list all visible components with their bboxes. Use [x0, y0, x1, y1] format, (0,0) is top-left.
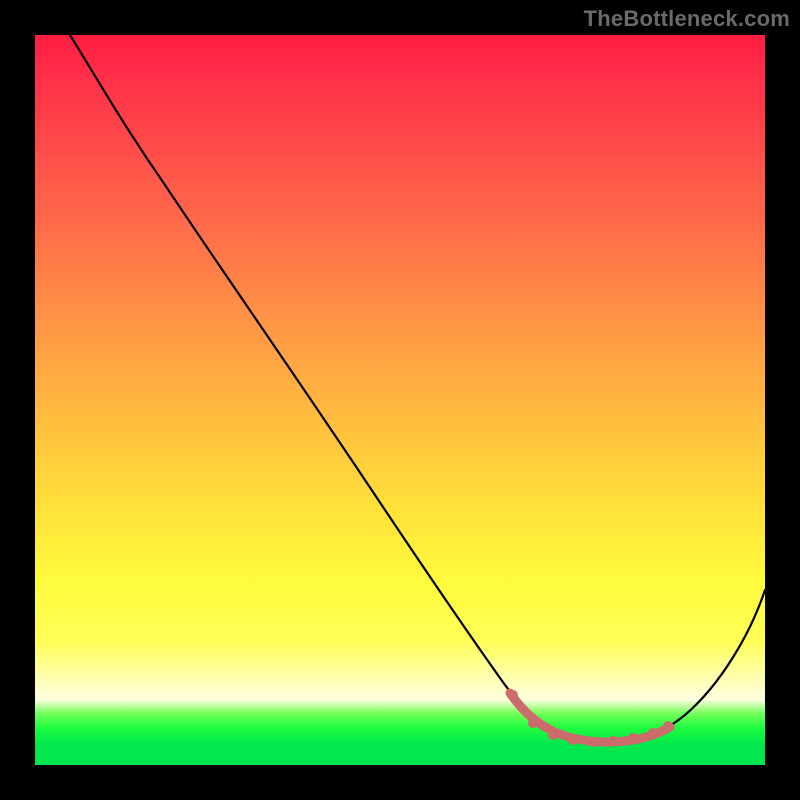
plot-area — [35, 35, 765, 765]
watermark-text: TheBottleneck.com — [584, 6, 790, 32]
chart-frame: TheBottleneck.com — [0, 0, 800, 800]
bottleneck-curve — [35, 35, 765, 765]
